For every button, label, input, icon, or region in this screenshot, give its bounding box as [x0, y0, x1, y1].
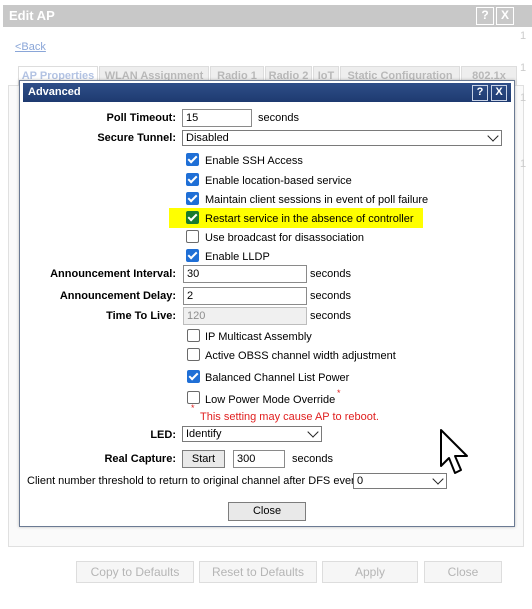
location-service-checkbox[interactable]: [186, 173, 199, 186]
enable-ssh-checkbox[interactable]: [186, 153, 199, 166]
real-capture-input[interactable]: 300: [233, 450, 285, 468]
announcement-interval-unit: seconds: [310, 268, 351, 280]
side-number: 1: [520, 30, 527, 42]
maintain-sessions-label: Maintain client sessions in event of pol…: [205, 194, 429, 206]
reset-to-defaults-button[interactable]: Reset to Defaults: [199, 561, 317, 583]
reboot-warning: This setting may cause AP to reboot.: [200, 411, 379, 423]
real-capture-unit: seconds: [292, 453, 333, 465]
broadcast-disassociation-label: Use broadcast for disassociation: [205, 232, 364, 244]
announcement-interval-input[interactable]: 30: [183, 265, 307, 283]
announcement-delay-label: Announcement Delay:: [59, 290, 176, 302]
outer-close-button[interactable]: Close: [424, 561, 502, 583]
time-to-live-input: 120: [183, 307, 307, 325]
poll-timeout-unit: seconds: [258, 112, 299, 124]
obss-adjustment-checkbox[interactable]: [187, 348, 200, 361]
ip-multicast-assembly-label: IP Multicast Assembly: [205, 331, 312, 343]
restart-service-label: Restart service in the absence of contro…: [205, 213, 414, 225]
balanced-channel-power-checkbox[interactable]: [187, 370, 200, 383]
ip-multicast-assembly-checkbox[interactable]: [187, 329, 200, 342]
time-to-live-unit: seconds: [310, 310, 351, 322]
client-threshold-value: 0: [357, 475, 364, 487]
client-threshold-label: Client number threshold to return to ori…: [27, 475, 361, 487]
broadcast-disassociation-checkbox[interactable]: [186, 230, 199, 243]
copy-to-defaults-button[interactable]: Copy to Defaults: [76, 561, 194, 583]
balanced-channel-power-label: Balanced Channel List Power: [205, 372, 350, 384]
close-icon[interactable]: X: [496, 7, 514, 25]
secure-tunnel-label: Secure Tunnel:: [97, 132, 176, 144]
poll-timeout-label: Poll Timeout:: [106, 112, 176, 124]
obss-adjustment-label: Active OBSS channel width adjustment: [205, 350, 396, 362]
side-number: 1: [520, 92, 527, 104]
announcement-delay-input[interactable]: 2: [183, 287, 307, 305]
back-link[interactable]: <Back: [15, 41, 46, 53]
led-label: LED:: [150, 429, 176, 441]
enable-ssh-label: Enable SSH Access: [205, 155, 303, 167]
secure-tunnel-select[interactable]: Disabled: [182, 130, 502, 146]
maintain-sessions-checkbox[interactable]: [186, 192, 199, 205]
enable-lldp-label: Enable LLDP: [205, 251, 270, 263]
chevron-down-icon: [307, 426, 319, 438]
real-capture-label: Real Capture:: [104, 453, 176, 465]
led-value: Identify: [186, 428, 222, 440]
low-power-mode-label: Low Power Mode Override: [205, 394, 336, 406]
apply-button[interactable]: Apply: [322, 561, 418, 583]
led-select[interactable]: Identify: [182, 426, 322, 442]
help-icon[interactable]: ?: [476, 7, 494, 25]
close-button[interactable]: Close: [228, 502, 306, 521]
help-icon[interactable]: ?: [472, 85, 488, 101]
edit-ap-title: Edit AP: [9, 8, 55, 23]
secure-tunnel-value: Disabled: [186, 132, 229, 144]
chevron-down-icon: [487, 130, 499, 142]
low-power-asterisk: *: [337, 388, 341, 398]
advanced-titlebar: Advanced ? X: [23, 83, 511, 102]
start-capture-button[interactable]: Start: [182, 450, 225, 468]
enable-lldp-checkbox[interactable]: [186, 249, 199, 262]
close-icon[interactable]: X: [491, 85, 507, 101]
side-number: 1: [520, 62, 527, 74]
warning-asterisk: *: [191, 403, 195, 413]
time-to-live-label: Time To Live:: [106, 310, 176, 322]
client-threshold-select[interactable]: 0: [353, 473, 447, 489]
location-service-label: Enable location-based service: [205, 175, 352, 187]
poll-timeout-input[interactable]: 15: [182, 109, 252, 127]
restart-service-checkbox[interactable]: [186, 211, 199, 224]
announcement-delay-unit: seconds: [310, 290, 351, 302]
side-number: 1: [520, 158, 527, 170]
announcement-interval-label: Announcement Interval:: [50, 268, 176, 280]
advanced-title: Advanced: [28, 86, 81, 98]
edit-ap-titlebar: Edit AP ? X: [3, 5, 532, 27]
mouse-cursor-icon: [440, 429, 468, 474]
